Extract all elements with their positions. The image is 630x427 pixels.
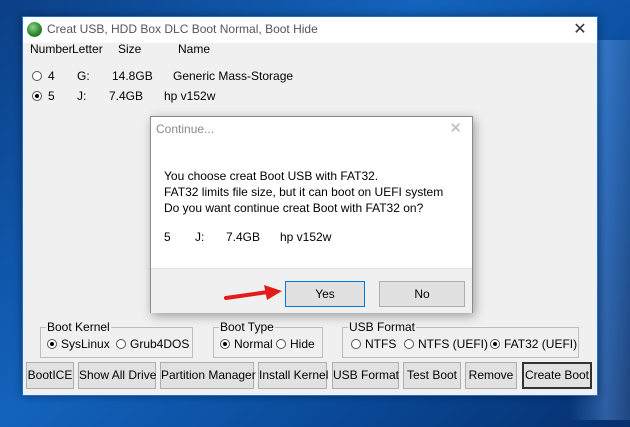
install-kernel-button[interactable]: Install Kernel <box>258 362 328 389</box>
option-fat32-uefi[interactable]: FAT32 (UEFI) <box>490 337 577 351</box>
create-boot-button[interactable]: Create Boot <box>522 362 592 389</box>
close-icon[interactable]: ✕ <box>569 19 591 41</box>
partition-manager-button[interactable]: Partition Manager <box>160 362 256 389</box>
column-header-number: Number <box>30 42 73 56</box>
title-bar: Creat USB, HDD Box DLC Boot Normal, Boot… <box>23 17 597 43</box>
ntfs-label: NTFS <box>365 337 397 351</box>
red-arrow-icon <box>224 285 282 300</box>
no-button[interactable]: No <box>379 281 465 307</box>
drive-radio-selected[interactable] <box>32 91 42 101</box>
column-header-size: Size <box>118 42 142 56</box>
drive-name: hp v152w <box>164 89 216 103</box>
usb-format-group: USB Format NTFS NTFS (UEFI) FAT32 (UEFI) <box>342 320 579 358</box>
dialog-footer: Yes No <box>151 268 472 313</box>
dialog-message-line: FAT32 limits file size, but it can boot … <box>164 185 444 199</box>
grub4dos-radio[interactable] <box>116 339 126 349</box>
drive-row[interactable]: 5 J: 7.4GB hp v152w <box>31 88 571 106</box>
boot-kernel-legend: Boot Kernel <box>46 320 111 334</box>
boot-kernel-group: Boot Kernel SysLinux Grub4DOS <box>40 320 193 358</box>
dialog-drive-letter: J: <box>195 230 205 244</box>
syslinux-label: SysLinux <box>61 337 110 351</box>
usb-format-legend: USB Format <box>348 320 417 334</box>
syslinux-radio[interactable] <box>47 339 57 349</box>
dialog-drive-number: 5 <box>164 230 171 244</box>
boot-type-legend: Boot Type <box>219 320 275 334</box>
dialog-message-line: Do you want continue creat Boot with FAT… <box>164 201 424 215</box>
ntfs-uefi-radio[interactable] <box>404 339 414 349</box>
option-ntfs-uefi[interactable]: NTFS (UEFI) <box>404 337 488 351</box>
booktice-button[interactable]: BootICE <box>26 362 74 389</box>
yes-button[interactable]: Yes <box>285 281 365 307</box>
show-all-drive-button[interactable]: Show All Drive <box>78 362 156 389</box>
drive-letter: J: <box>77 89 87 103</box>
drive-row[interactable]: 4 G: 14.8GB Generic Mass-Storage <box>31 68 571 86</box>
window-title: Creat USB, HDD Box DLC Boot Normal, Boot… <box>47 22 318 36</box>
option-syslinux[interactable]: SysLinux <box>47 337 110 351</box>
column-header-letter: Letter <box>72 42 103 56</box>
dialog-message-line: You choose creat Boot USB with FAT32. <box>164 169 379 183</box>
drive-size: 7.4GB <box>109 89 144 103</box>
ntfs-radio[interactable] <box>351 339 361 349</box>
option-normal[interactable]: Normal <box>220 337 273 351</box>
option-hide[interactable]: Hide <box>276 337 315 351</box>
option-grub4dos[interactable]: Grub4DOS <box>116 337 189 351</box>
dialog-close-icon[interactable]: ✕ <box>449 119 462 137</box>
drive-number: 4 <box>48 69 55 83</box>
normal-radio[interactable] <box>220 339 230 349</box>
continue-dialog: Continue... ✕ You choose creat Boot USB … <box>150 116 473 313</box>
drive-number: 5 <box>48 89 55 103</box>
option-ntfs[interactable]: NTFS <box>351 337 396 351</box>
fat32-uefi-label: FAT32 (UEFI) <box>504 337 578 351</box>
drive-name: Generic Mass-Storage <box>173 69 294 83</box>
column-header-name: Name <box>178 42 211 56</box>
dialog-title: Continue... <box>156 122 215 136</box>
boot-type-group: Boot Type Normal Hide <box>213 320 323 358</box>
hide-label: Hide <box>290 337 315 351</box>
drive-letter: G: <box>77 69 90 83</box>
fat32-uefi-radio[interactable] <box>490 339 500 349</box>
drive-radio[interactable] <box>32 71 42 81</box>
usb-format-button[interactable]: USB Format <box>332 362 399 389</box>
dialog-drive-size: 7.4GB <box>226 230 261 244</box>
test-boot-button[interactable]: Test Boot <box>403 362 461 389</box>
normal-label: Normal <box>234 337 273 351</box>
drive-size: 14.8GB <box>112 69 153 83</box>
hide-radio[interactable] <box>276 339 286 349</box>
grub4dos-label: Grub4DOS <box>130 337 190 351</box>
ntfs-uefi-label: NTFS (UEFI) <box>418 337 488 351</box>
dialog-drive-name: hp v152w <box>280 230 332 244</box>
remove-button[interactable]: Remove <box>465 362 517 389</box>
app-globe-icon <box>27 22 42 37</box>
